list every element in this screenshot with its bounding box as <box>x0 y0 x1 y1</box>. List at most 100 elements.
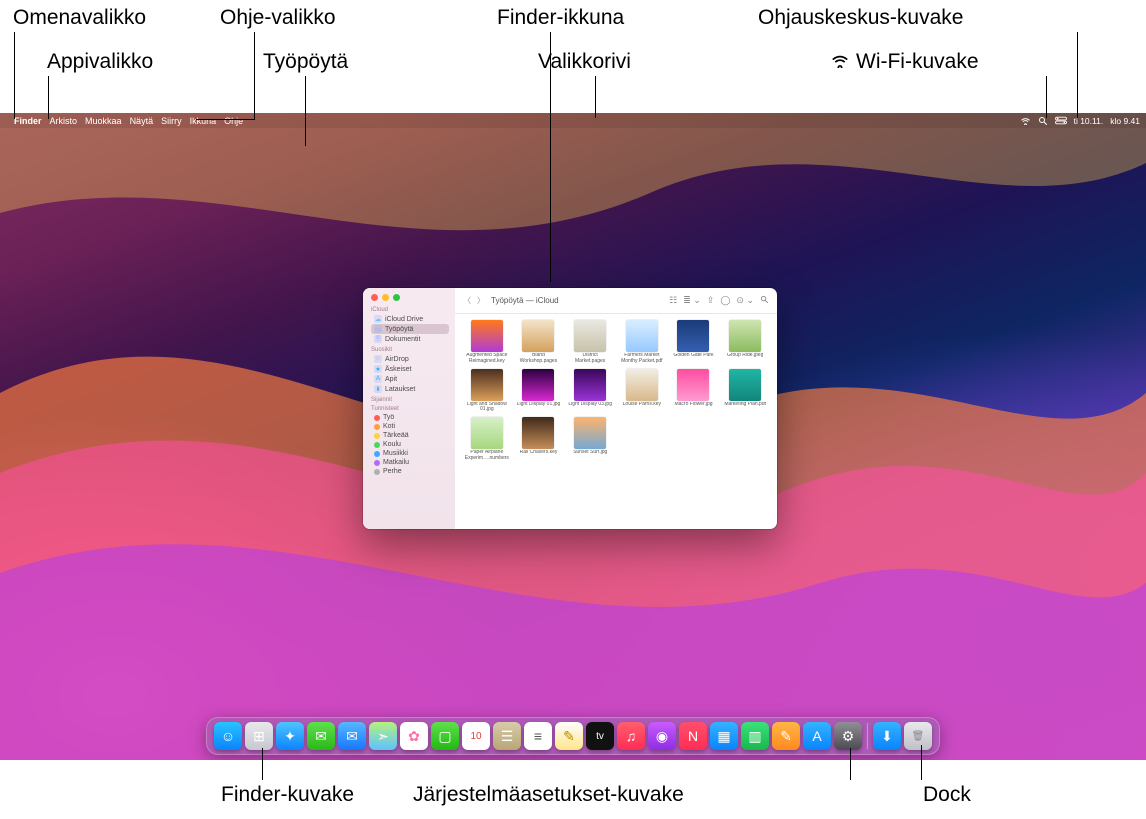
label-valikkorivi: Valikkorivi <box>538 50 631 74</box>
sidebar-item-dokumentit[interactable]: 🗎Dokumentit <box>371 334 449 344</box>
sidebar-item-label: Musiikki <box>383 450 408 457</box>
file-item[interactable]: Marketing Plan.pdf <box>721 369 769 414</box>
dock-keynote-icon[interactable]: ▦ <box>710 722 738 750</box>
view-icons-icon[interactable]: ☷ <box>669 295 677 306</box>
dock-trash-icon[interactable]: 🗑 <box>904 722 932 750</box>
file-item[interactable]: Augmented Space Reimagined.key <box>463 320 511 365</box>
sidebar-item-airdrop[interactable]: ◌AirDrop <box>371 354 449 364</box>
file-item[interactable]: Sunset Surf.jpg <box>566 417 614 462</box>
dock-finder-icon[interactable]: ☺ <box>214 722 242 750</box>
file-item[interactable]: Louise Parris.key <box>618 369 666 414</box>
file-item[interactable]: Golden Gate Park <box>670 320 718 365</box>
traffic-lights <box>371 294 449 301</box>
menu-siirry[interactable]: Siirry <box>161 116 182 126</box>
dock-messages-icon[interactable]: ✉ <box>307 722 335 750</box>
tag-dot-icon <box>374 442 380 448</box>
finder-toolbar: 〈 〉 Työpöytä — iCloud ☷ ≣ ⌄ ⇪ ◯ ⊙ ⌄ <box>455 288 777 314</box>
file-thumbnail-icon <box>574 417 606 449</box>
dock-music-icon[interactable]: ♫ <box>617 722 645 750</box>
sidebar-item-lataukset[interactable]: ⬇Lataukset <box>371 384 449 394</box>
dock-numbers-icon[interactable]: ▥ <box>741 722 769 750</box>
actions-icon[interactable]: ⊙ ⌄ <box>736 295 754 306</box>
sidebar-item-tärkeää[interactable]: Tärkeää <box>371 431 449 440</box>
file-item[interactable]: Rail Chasers.key <box>515 417 563 462</box>
close-button[interactable] <box>371 294 378 301</box>
sidebar-section-head: Sijainnit <box>371 397 449 403</box>
back-button[interactable]: 〈 <box>463 295 471 306</box>
dock-tv-icon[interactable]: tv <box>586 722 614 750</box>
file-item[interactable]: Macro Flower.jpg <box>670 369 718 414</box>
dock-appstore-icon[interactable]: A <box>803 722 831 750</box>
app-menu[interactable]: Finder <box>14 116 42 126</box>
finder-title: Työpöytä — iCloud <box>491 296 559 305</box>
file-item[interactable]: Farmers Market Monthy Packet.pdf <box>618 320 666 365</box>
file-thumbnail-icon <box>574 320 606 352</box>
tag-dot-icon <box>374 460 380 466</box>
dock-calendar-icon[interactable]: 10 <box>462 722 490 750</box>
file-item[interactable]: Light Display 03.jpg <box>566 369 614 414</box>
sidebar-item-musiikki[interactable]: Musiikki <box>371 449 449 458</box>
sidebar-item-label: Työpöytä <box>385 326 413 333</box>
menubar-date[interactable]: ti 10.11. <box>1074 116 1104 126</box>
file-item[interactable]: Light Display 01.jpg <box>515 369 563 414</box>
view-columns-icon[interactable]: ≣ ⌄ <box>683 295 701 306</box>
dock-reminders-icon[interactable]: ≡ <box>524 722 552 750</box>
dock-photos-icon[interactable]: ✿ <box>400 722 428 750</box>
control-center-icon[interactable] <box>1055 116 1067 125</box>
menu-arkisto[interactable]: Arkisto <box>50 116 78 126</box>
tag-dot-icon <box>374 433 380 439</box>
wifi-status-icon[interactable] <box>1020 116 1031 125</box>
dock-contacts-icon[interactable]: ☰ <box>493 722 521 750</box>
dock-facetime-icon[interactable]: ▢ <box>431 722 459 750</box>
file-name: Louise Parris.key <box>623 402 661 408</box>
file-thumbnail-icon <box>729 320 761 352</box>
sidebar-section-head: Tunnisteet <box>371 406 449 412</box>
dock-mail-icon[interactable]: ✉ <box>338 722 366 750</box>
recent-icon: ★ <box>374 365 382 373</box>
menu-nayta[interactable]: Näytä <box>130 116 154 126</box>
file-item[interactable]: Group Ride.jpeg <box>721 320 769 365</box>
dock-launchpad-icon[interactable]: ⊞ <box>245 722 273 750</box>
sidebar-item-äskeiset[interactable]: ★Äskeiset <box>371 364 449 374</box>
sidebar-item-apit[interactable]: AApit <box>371 374 449 384</box>
sidebar-item-koulu[interactable]: Koulu <box>371 440 449 449</box>
sidebar-item-työ[interactable]: Työ <box>371 413 449 422</box>
sidebar-item-icloud-drive[interactable]: ☁iCloud Drive <box>371 314 449 324</box>
zoom-button[interactable] <box>393 294 400 301</box>
tag-dot-icon <box>374 415 380 421</box>
sidebar-item-työpöytä[interactable]: ▭Työpöytä <box>371 324 449 334</box>
file-item[interactable]: Bland Workshop.pages <box>515 320 563 365</box>
fwd-button[interactable]: 〉 <box>477 295 485 306</box>
file-item[interactable]: District Market.pages <box>566 320 614 365</box>
minimize-button[interactable] <box>382 294 389 301</box>
dock-safari-icon[interactable]: ✦ <box>276 722 304 750</box>
menu-muokkaa[interactable]: Muokkaa <box>85 116 122 126</box>
sidebar-item-perhe[interactable]: Perhe <box>371 467 449 476</box>
menu-ohje[interactable]: Ohje <box>224 116 243 126</box>
sidebar-item-label: iCloud Drive <box>385 316 423 323</box>
share-icon[interactable]: ⇪ <box>707 295 715 306</box>
dock-pages-icon[interactable]: ✎ <box>772 722 800 750</box>
dock-notes-icon[interactable]: ✎ <box>555 722 583 750</box>
menu-ikkuna[interactable]: Ikkuna <box>190 116 217 126</box>
file-thumbnail-icon <box>522 320 554 352</box>
sidebar-item-matkailu[interactable]: Matkailu <box>371 458 449 467</box>
file-item[interactable]: Paper Airplane Experim….numbers <box>463 417 511 462</box>
file-name: Golden Gate Park <box>673 353 713 359</box>
file-name: Farmers Market Monthy Packet.pdf <box>619 353 665 365</box>
menubar-time[interactable]: klo 9.41 <box>1110 116 1140 126</box>
dock-systempreferences-icon[interactable]: ⚙ <box>834 722 862 750</box>
tags-icon[interactable]: ◯ <box>720 295 730 306</box>
file-name: Rail Chasers.key <box>520 450 558 456</box>
file-thumbnail-icon <box>574 369 606 401</box>
dock-downloads-icon[interactable]: ⬇ <box>873 722 901 750</box>
search-icon[interactable] <box>760 295 769 306</box>
sidebar-item-koti[interactable]: Koti <box>371 422 449 431</box>
dock-maps-icon[interactable]: ➣ <box>369 722 397 750</box>
dock-podcasts-icon[interactable]: ◉ <box>648 722 676 750</box>
dock-news-icon[interactable]: N <box>679 722 707 750</box>
finder-window[interactable]: iCloud☁iCloud Drive▭Työpöytä🗎DokumentitS… <box>363 288 777 529</box>
file-item[interactable]: Light and Shadow 01.jpg <box>463 369 511 414</box>
file-name: District Market.pages <box>567 353 613 365</box>
sidebar-item-label: Tärkeää <box>383 432 409 439</box>
